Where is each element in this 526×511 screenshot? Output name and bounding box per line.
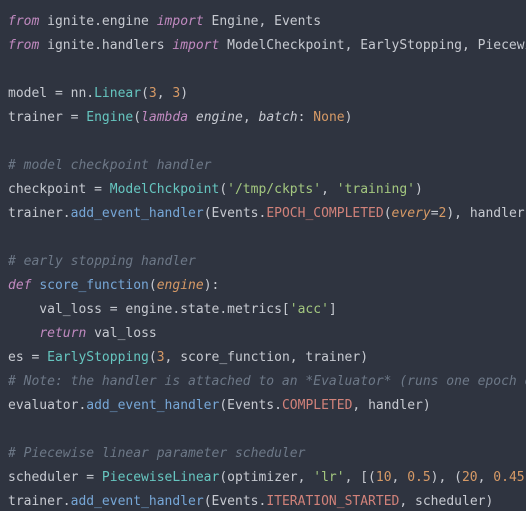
string: 'acc' (290, 302, 329, 317)
import-names: Engine, Events (212, 14, 322, 29)
module-name: ignite.handlers (47, 38, 164, 53)
line-14: return val_loss (8, 326, 157, 341)
method-add-event-handler: add_event_handler (86, 398, 219, 413)
comment: # model checkpoint handler (8, 158, 212, 173)
string: 'lr' (313, 470, 344, 485)
keyword-import: import (172, 38, 219, 53)
kwarg-every: every (392, 206, 431, 221)
paren: ): (204, 278, 220, 293)
comma: , (243, 110, 259, 125)
line-4: model = nn.Linear(3, 3) (8, 86, 188, 101)
comment: # Piecewise linear parameter scheduler (8, 446, 305, 461)
number: 20 (462, 470, 478, 485)
string: '/tmp/ckpts' (227, 182, 321, 197)
keyword-lambda: lambda (141, 110, 188, 125)
number: 0.45 (493, 470, 524, 485)
code-text: (Events. (204, 206, 267, 221)
param: engine (157, 278, 204, 293)
event-epoch-completed: EPOCH_COMPLETED (266, 206, 383, 221)
comma: , (321, 182, 337, 197)
line-9: trainer.add_event_handler(Events.EPOCH_C… (8, 206, 526, 221)
number: 3 (157, 350, 165, 365)
space (188, 110, 196, 125)
line-17: evaluator.add_event_handler(Events.COMPL… (8, 398, 431, 413)
line-5: trainer = Engine(lambda engine, batch: N… (8, 110, 352, 125)
colon: : (298, 110, 314, 125)
class-earlystopping: EarlyStopping (47, 350, 149, 365)
number: 0.5 (407, 470, 430, 485)
line-13: val_loss = engine.state.metrics['acc'] (8, 302, 337, 317)
paren: ( (219, 182, 227, 197)
code-text: (optimizer, (219, 470, 313, 485)
event-completed: COMPLETED (282, 398, 352, 413)
code-text: ), handler, (446, 206, 526, 221)
paren: ( (149, 278, 157, 293)
function-score-function: score_function (39, 278, 149, 293)
paren: ( (149, 350, 157, 365)
paren: ) (415, 182, 423, 197)
code-text: scheduler = (8, 470, 102, 485)
code-text: trainer = (8, 110, 86, 125)
code-text: trainer. (8, 206, 71, 221)
line-8: checkpoint = ModelChckpoint('/tmp/ckpts'… (8, 182, 423, 197)
method-add-event-handler: add_event_handler (71, 206, 204, 221)
code-text: , score_function, trainer) (165, 350, 369, 365)
line-20: scheduler = PiecewiseLinear(optimizer, '… (8, 470, 526, 485)
string: 'training' (337, 182, 415, 197)
keyword-def: def (8, 278, 31, 293)
code-text: (Events. (204, 494, 267, 509)
class-engine: Engine (86, 110, 133, 125)
comment: # Note: the handler is attached to an *E… (8, 374, 526, 389)
keyword-from: from (8, 38, 39, 53)
code-text: ), ( (431, 470, 462, 485)
code-text: , scheduler) (399, 494, 493, 509)
line-21: trainer.add_event_handler(Events.ITERATI… (8, 494, 493, 509)
code-text: val_loss = engine.state.metrics[ (8, 302, 290, 317)
param: batch (259, 110, 298, 125)
paren: ( (141, 86, 149, 101)
number: 3 (149, 86, 157, 101)
keyword-from: from (8, 14, 39, 29)
line-2: from ignite.handlers import ModelCheckpo… (8, 38, 526, 53)
code-text: evaluator. (8, 398, 86, 413)
line-15: es = EarlyStopping(3, score_function, tr… (8, 350, 368, 365)
code-text: model = nn. (8, 86, 94, 101)
comma: , (478, 470, 494, 485)
import-names: ModelCheckpoint, EarlyStopping, Piecewi (227, 38, 526, 53)
code-block: from ignite.engine import Engine, Events… (0, 0, 526, 511)
comment: # early stopping handler (8, 254, 196, 269)
code-text: (Events. (219, 398, 282, 413)
code-text: , [( (345, 470, 376, 485)
comma: , (157, 86, 173, 101)
class-piecewiselinear: PiecewiseLinear (102, 470, 219, 485)
module-name: ignite.engine (47, 14, 149, 29)
paren: ( (133, 110, 141, 125)
paren: ) (180, 86, 188, 101)
code-text: checkpoint = (8, 182, 110, 197)
code-text: , handler) (352, 398, 430, 413)
comma: , (392, 470, 408, 485)
indent (8, 326, 39, 341)
keyword-return: return (39, 326, 86, 341)
number: 10 (376, 470, 392, 485)
param: engine (196, 110, 243, 125)
line-12: def score_function(engine): (8, 278, 219, 293)
code-text: es = (8, 350, 47, 365)
event-iteration-started: ITERATION_STARTED (266, 494, 399, 509)
line-1: from ignite.engine import Engine, Events (8, 14, 321, 29)
method-add-event-handler: add_event_handler (71, 494, 204, 509)
class-modelcheckpoint: ModelChckpoint (110, 182, 220, 197)
equals: = (431, 206, 439, 221)
code-text: val_loss (86, 326, 156, 341)
paren: ( (384, 206, 392, 221)
paren: ) (345, 110, 353, 125)
class-linear: Linear (94, 86, 141, 101)
code-text: trainer. (8, 494, 71, 509)
bracket: ] (329, 302, 337, 317)
keyword-import: import (157, 14, 204, 29)
none-literal: None (313, 110, 344, 125)
